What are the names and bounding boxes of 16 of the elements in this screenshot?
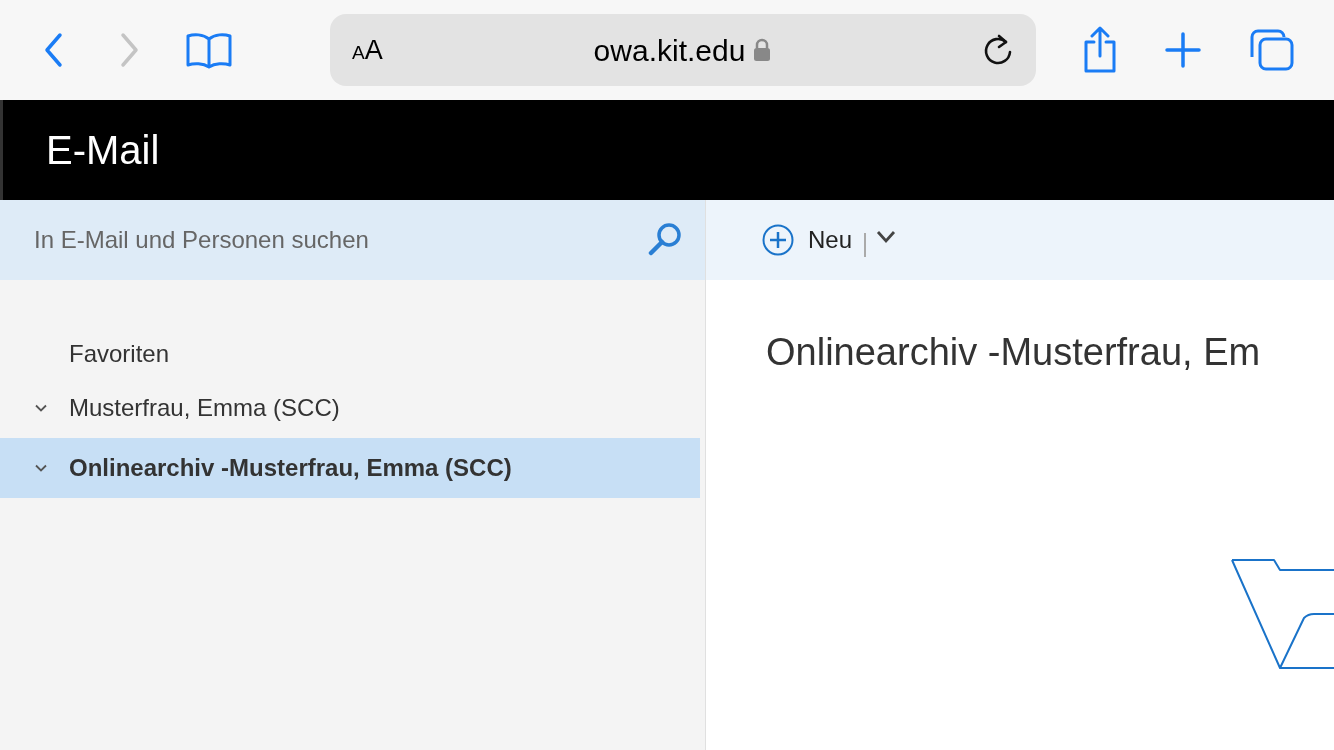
search-bar[interactable]: In E-Mail und Personen suchen [0, 200, 705, 280]
folder-item[interactable]: Onlinearchiv -Musterfrau, Emma (SCC) [0, 438, 700, 498]
folder-item[interactable]: Musterfrau, Emma (SCC) [0, 378, 700, 438]
search-icon[interactable] [647, 222, 683, 258]
folder-group-heading[interactable]: Favoriten [0, 330, 700, 378]
app-title: E-Mail [46, 127, 160, 174]
search-field[interactable]: In E-Mail und Personen suchen [34, 222, 647, 258]
tabs-button[interactable] [1248, 28, 1296, 72]
plus-circle-icon [762, 224, 794, 256]
new-button[interactable]: Neu [762, 222, 853, 258]
text-size-button[interactable]: AA [352, 29, 383, 71]
new-tab-button[interactable] [1163, 30, 1203, 70]
folder-heading: Onlinearchiv -Musterfrau, Em [766, 331, 1261, 373]
address-bar[interactable]: AA owa.kit.edu [330, 14, 1037, 86]
url-text: owa.kit.edu [593, 32, 746, 69]
new-dropdown-button[interactable] [876, 230, 897, 244]
